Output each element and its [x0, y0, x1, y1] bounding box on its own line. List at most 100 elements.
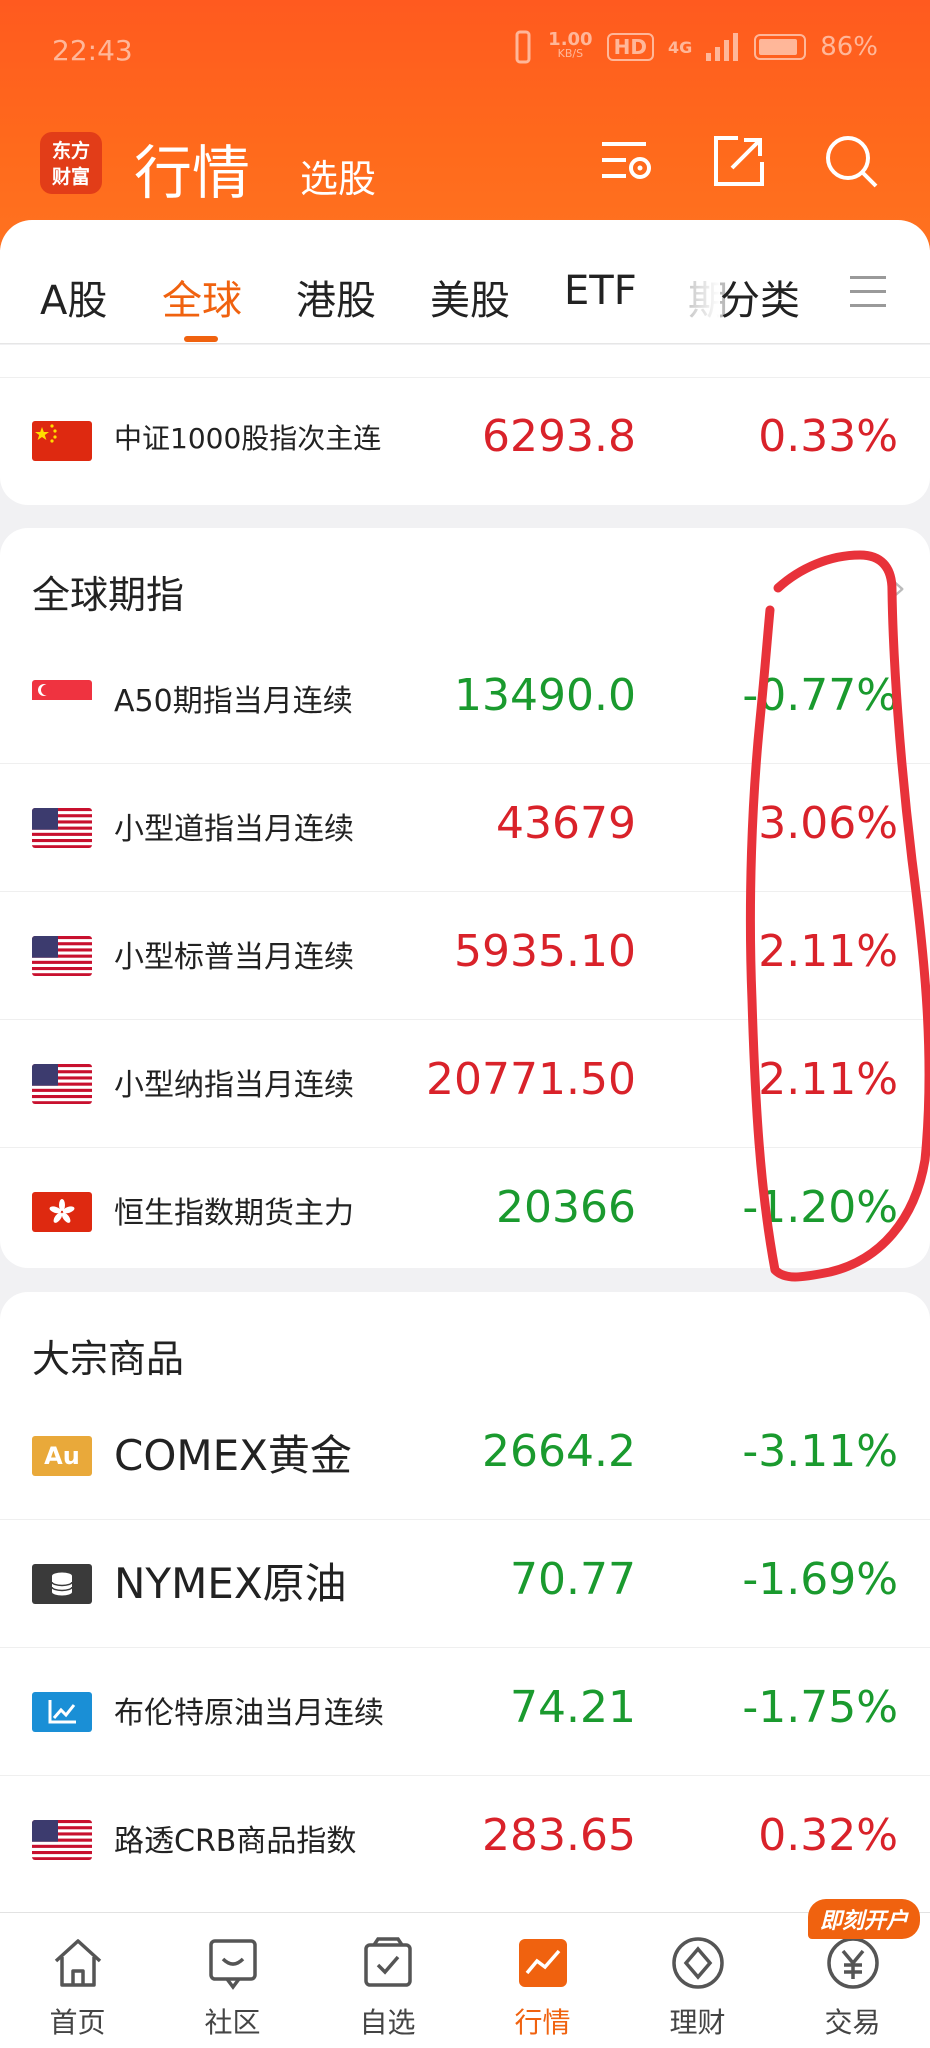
tab-menu-icon[interactable]: [850, 276, 886, 308]
table-row[interactable]: A50期指当月连续 13490.0 -0.77%: [0, 636, 930, 764]
row-price: 5935.10: [454, 926, 636, 977]
diamond-coin-icon: [672, 1937, 724, 1989]
us-flag-icon: [32, 1820, 92, 1860]
nav-market[interactable]: 行情: [465, 1913, 620, 2048]
app-header: 22:43 1.00 KB/S HD 4G 86% 东方财富 行情 选股: [0, 0, 930, 250]
table-row[interactable]: 布伦特原油当月连续 74.21 -1.75%: [0, 1648, 930, 1776]
row-price: 6293.8: [482, 411, 636, 462]
row-change-pct: -3.11%: [742, 1426, 898, 1477]
singapore-flag-icon: [32, 680, 92, 720]
tab-etf[interactable]: ETF: [564, 268, 637, 314]
stock-picker-link[interactable]: 选股: [300, 148, 376, 203]
nav-label: 行情: [514, 2006, 571, 2039]
vibrate-icon: [515, 30, 531, 64]
row-name: 中证1000股指次主连: [114, 422, 382, 455]
row-price: 283.65: [482, 1810, 636, 1861]
nav-label: 社区: [204, 2006, 261, 2039]
tab-fade: [680, 256, 720, 326]
row-name: 小型纳指当月连续: [114, 1068, 354, 1103]
table-row[interactable]: 路透CRB商品指数 283.65 0.32%: [0, 1776, 930, 1904]
row-name: NYMEX原油: [114, 1559, 347, 1608]
status-icons: 1.00 KB/S HD 4G 86%: [512, 30, 878, 64]
status-time: 22:43: [52, 34, 133, 67]
nav-label: 首页: [49, 2006, 106, 2039]
row-name: 小型道指当月连续: [114, 812, 354, 847]
row-price: 2664.2: [482, 1426, 636, 1477]
row-change-pct: -0.77%: [742, 670, 898, 721]
active-tab-indicator: [184, 336, 218, 342]
row-name: COMEX黄金: [114, 1431, 352, 1480]
row-name: A50期指当月连续: [114, 684, 353, 719]
nav-home[interactable]: 首页: [0, 1913, 155, 2048]
section-title[interactable]: 全球期指: [32, 564, 184, 619]
signal-type: 4G: [667, 37, 693, 57]
table-row[interactable]: 恒生指数期货主力 20366 -1.20%: [0, 1148, 930, 1276]
yuan-coin-icon: [827, 1937, 879, 1989]
gold-icon: Au: [32, 1436, 92, 1476]
status-bar: 22:43 1.00 KB/S HD 4G 86%: [0, 0, 930, 104]
us-flag-icon: [32, 808, 92, 848]
row-price: 20366: [496, 1182, 636, 1233]
share-icon[interactable]: [708, 130, 770, 192]
header-nav: 东方财富 行情 选股: [0, 120, 930, 220]
row-change-pct: 0.33%: [758, 411, 898, 462]
nav-community[interactable]: 社区: [155, 1913, 310, 2048]
hong-kong-flag-icon: [32, 1192, 92, 1232]
home-icon: [54, 1939, 102, 1987]
row-change-pct: 0.32%: [758, 1810, 898, 1861]
table-row[interactable]: Au COMEX黄金 2664.2 -3.11%: [0, 1392, 930, 1520]
checklist-icon: [364, 1937, 412, 1987]
chat-icon: [209, 1939, 257, 1990]
nav-label: 交易: [824, 2006, 881, 2039]
row-change-pct: -1.69%: [742, 1554, 898, 1605]
hd-badge: HD: [606, 33, 654, 61]
row-change-pct: -1.20%: [742, 1182, 898, 1233]
search-icon[interactable]: [820, 130, 882, 192]
table-row[interactable]: 小型标普当月连续 5935.10 2.11%: [0, 892, 930, 1020]
row-change-pct: 2.11%: [758, 1054, 898, 1105]
nav-label: 自选: [359, 2006, 416, 2039]
us-flag-icon: [32, 1064, 92, 1104]
row-price: 74.21: [510, 1682, 636, 1733]
row-name: 恒生指数期货主力: [114, 1196, 354, 1231]
row-name: 布伦特原油当月连续: [114, 1696, 384, 1731]
index-card: 中证1000股指次主连 6293.8 0.33%: [0, 345, 930, 505]
line-chart-icon: [32, 1692, 92, 1732]
nav-wealth[interactable]: 理财: [620, 1913, 775, 2048]
tab-global[interactable]: 全球: [162, 268, 242, 326]
row-price: 20771.50: [426, 1054, 636, 1105]
row-name: 小型标普当月连续: [114, 940, 354, 975]
section-title[interactable]: 大宗商品: [32, 1328, 184, 1383]
nav-trade[interactable]: 交易 即刻开户: [775, 1899, 930, 2048]
table-row[interactable]: 小型纳指当月连续 20771.50 2.11%: [0, 1020, 930, 1148]
china-flag-icon: [32, 421, 92, 461]
oil-barrel-icon: [32, 1564, 92, 1604]
page-title[interactable]: 行情: [134, 126, 250, 210]
row-change-pct: 2.11%: [758, 926, 898, 977]
row-price: 13490.0: [454, 670, 636, 721]
net-speed: 1.00 KB/S: [548, 29, 593, 61]
bottom-nav: 首页 社区 自选 行情 理财 交易 即刻开户: [0, 1899, 930, 2048]
open-account-badge[interactable]: 即刻开户: [807, 1899, 920, 1939]
row-name: 路透CRB商品指数: [114, 1824, 357, 1859]
global-futures-section: 全球期指 › A50期指当月连续 13490.0 -0.77% 小型道指当月连续…: [0, 528, 930, 1268]
battery-level: 86%: [820, 32, 878, 62]
settings-list-icon[interactable]: [596, 130, 658, 192]
battery-icon: [754, 34, 807, 60]
chevron-right-icon[interactable]: ›: [892, 568, 906, 608]
tab-hk-shares[interactable]: 港股: [296, 268, 376, 326]
row-price: 70.77: [510, 1554, 636, 1605]
table-row[interactable]: 小型道指当月连续 43679 3.06%: [0, 764, 930, 892]
market-tabs: A股 全球 港股 美股 ETF 期 分类: [0, 220, 930, 344]
row-change-pct: -1.75%: [742, 1682, 898, 1733]
nav-watchlist[interactable]: 自选: [310, 1913, 465, 2048]
nav-label: 理财: [669, 2006, 726, 2039]
tab-us-shares[interactable]: 美股: [430, 268, 510, 326]
table-row[interactable]: NYMEX原油 70.77 -1.69%: [0, 1520, 930, 1648]
table-row[interactable]: 中证1000股指次主连 6293.8 0.33%: [0, 377, 930, 505]
signal-icon: [706, 33, 739, 61]
app-logo[interactable]: 东方财富: [40, 132, 102, 194]
tab-a-shares[interactable]: A股: [40, 268, 107, 326]
row-change-pct: 3.06%: [758, 798, 898, 849]
tab-category[interactable]: 分类: [720, 268, 800, 326]
